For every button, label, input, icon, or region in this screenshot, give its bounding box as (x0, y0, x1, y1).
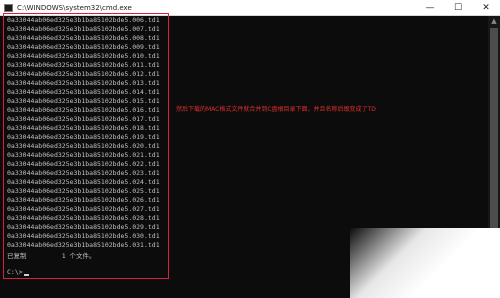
minimize-button[interactable]: — (416, 0, 444, 15)
maximize-button[interactable]: ☐ (444, 0, 472, 15)
window-title: C:\WINDOWS\system32\cmd.exe (17, 3, 132, 12)
cmd-icon (4, 3, 13, 12)
watermark-overlay (350, 228, 500, 298)
close-button[interactable]: ✕ (472, 0, 500, 15)
window-controls: — ☐ ✕ (416, 0, 500, 15)
scroll-up-icon[interactable]: ▲ (488, 16, 500, 26)
cmd-window: C:\WINDOWS\system32\cmd.exe — ☐ ✕ 0a3304… (0, 0, 500, 298)
red-highlight-box (3, 13, 169, 279)
annotation-text: 然后下载的MAC格式文件就合并到C盘根目录下面，并且名称后缀变成了TD (176, 106, 376, 113)
